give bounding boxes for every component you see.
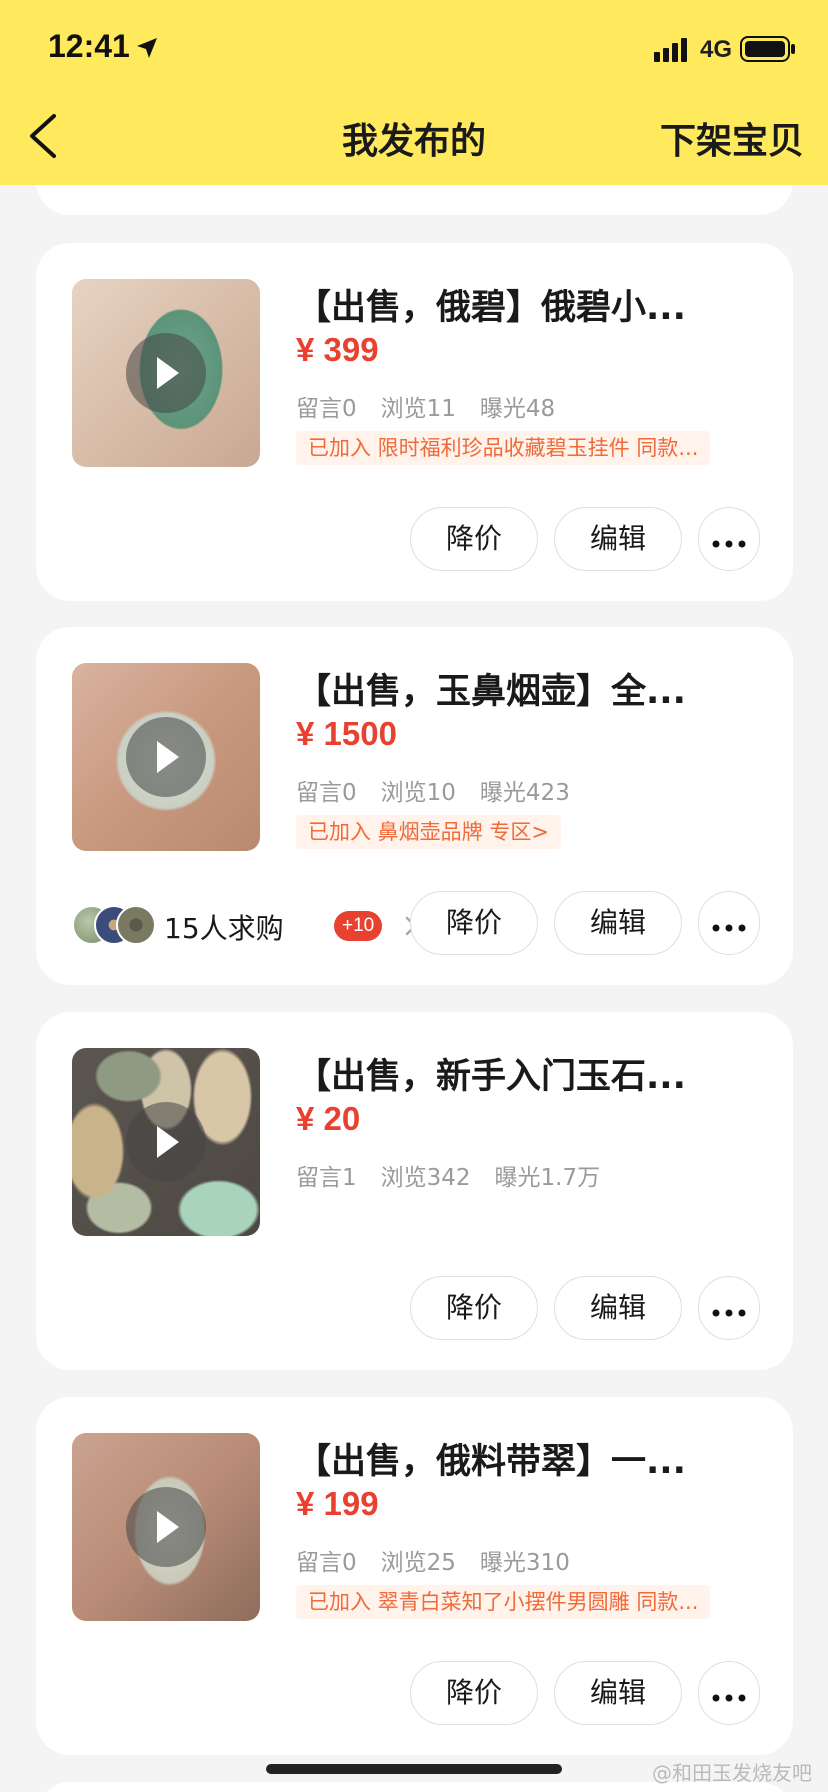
item-price: ¥ 399 (296, 331, 379, 368)
item-title[interactable]: 【出售，新手入门玉石... (296, 1048, 766, 1098)
buyers-count: 15人求购 (164, 912, 284, 945)
item-title[interactable]: 【出售，玉鼻烟壶】全... (296, 663, 766, 713)
edit-button[interactable]: 编辑 (554, 507, 682, 571)
play-icon[interactable] (126, 333, 206, 413)
more-dots-icon (712, 924, 746, 932)
top-bar: 12:41 4G 我发布的 下架宝贝 (0, 0, 828, 185)
item-price: ¥ 20 (296, 1100, 361, 1137)
item-video-thumbnail[interactable] (72, 1048, 260, 1236)
promotion-tag[interactable]: 已加入 鼻烟壶品牌 专区> (296, 815, 561, 849)
comment-count: 留言1 (296, 1165, 357, 1191)
view-count: 浏览25 (380, 1550, 456, 1576)
reduce-price-button[interactable]: 降价 (410, 507, 538, 571)
more-button[interactable] (698, 1276, 760, 1340)
signal-icon (654, 38, 687, 62)
play-icon[interactable] (126, 1487, 206, 1567)
view-count: 浏览342 (380, 1165, 471, 1191)
item-card[interactable]: 【出售，玉鼻烟壶】全... ¥ 1500 留言0 浏览10 曝光423 已加入 鼻烟… (36, 627, 793, 985)
item-card[interactable]: 【出售，俄料带翠】一... ¥ 199 留言0 浏览25 曝光310 已加入 翠青白… (36, 1397, 793, 1755)
comment-count: 留言0 (296, 780, 357, 806)
promotion-tag[interactable]: 已加入 翠青白菜知了小摆件男圆雕 同款... (296, 1585, 711, 1619)
item-title[interactable]: 【出售，俄碧】俄碧小... (296, 279, 766, 329)
home-indicator[interactable] (266, 1764, 562, 1774)
more-dots-icon (712, 1309, 746, 1317)
delist-items-button[interactable]: 下架宝贝 (660, 112, 804, 164)
item-stats: 留言0 浏览25 曝光310 (296, 1543, 594, 1577)
more-dots-icon (712, 540, 746, 548)
promotion-tag[interactable]: 已加入 限时福利珍品收藏碧玉挂件 同款... (296, 431, 711, 465)
exposure-count: 曝光48 (479, 396, 556, 422)
item-price: ¥ 1500 (296, 715, 397, 752)
item-card[interactable]: 【出售，新手入门玉石... ¥ 20 留言1 浏览342 曝光1.7万 降价 编辑 (36, 1012, 793, 1370)
more-button[interactable] (698, 891, 760, 955)
more-dots-icon (712, 1694, 746, 1702)
item-stats: 留言1 浏览342 曝光1.7万 (296, 1158, 624, 1192)
exposure-count: 曝光1.7万 (494, 1165, 601, 1191)
more-button[interactable] (698, 507, 760, 571)
comment-count: 留言0 (296, 396, 357, 422)
buyers-new-badge: +10 (334, 911, 383, 941)
edit-button[interactable]: 编辑 (554, 1276, 682, 1340)
exposure-count: 曝光310 (479, 1550, 570, 1576)
edit-button[interactable]: 编辑 (554, 1661, 682, 1725)
item-stats: 留言0 浏览11 曝光48 (296, 389, 579, 423)
exposure-count: 曝光423 (479, 780, 570, 806)
view-count: 浏览11 (380, 396, 456, 422)
item-price: ¥ 199 (296, 1485, 379, 1522)
watermark: @和田玉发烧友吧 (652, 1761, 812, 1785)
reduce-price-button[interactable]: 降价 (410, 891, 538, 955)
reduce-price-button[interactable]: 降价 (410, 1661, 538, 1725)
battery-icon (740, 36, 795, 62)
item-stats: 留言0 浏览10 曝光423 (296, 773, 594, 807)
avatar (116, 905, 156, 945)
item-video-thumbnail[interactable] (72, 1433, 260, 1621)
item-card[interactable]: 【出售，俄碧】俄碧小... ¥ 399 留言0 浏览11 曝光48 已加入 限时福利… (36, 243, 793, 601)
view-count: 浏览10 (380, 780, 456, 806)
more-button[interactable] (698, 1661, 760, 1725)
location-arrow-icon (137, 38, 157, 58)
play-icon[interactable] (126, 1102, 206, 1182)
network-type: 4G (700, 36, 733, 63)
item-video-thumbnail[interactable] (72, 663, 260, 851)
comment-count: 留言0 (296, 1550, 357, 1576)
status-time: 12:41 (48, 28, 130, 64)
reduce-price-button[interactable]: 降价 (410, 1276, 538, 1340)
item-video-thumbnail[interactable] (72, 279, 260, 467)
edit-button[interactable]: 编辑 (554, 891, 682, 955)
item-title[interactable]: 【出售，俄料带翠】一... (296, 1433, 766, 1483)
play-icon[interactable] (126, 717, 206, 797)
